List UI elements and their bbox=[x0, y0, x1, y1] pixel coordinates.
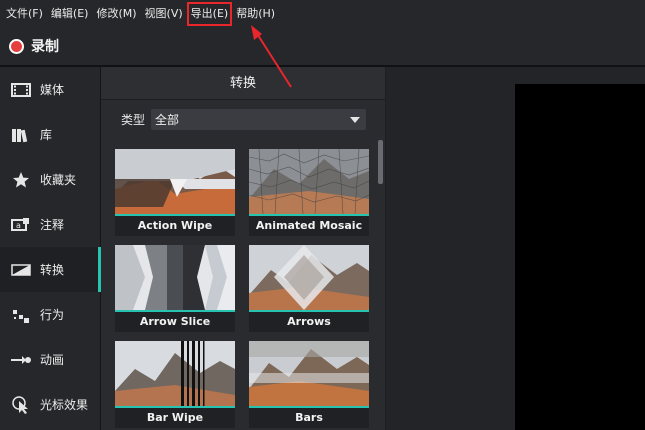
sidebar-item-label: 行为 bbox=[40, 308, 65, 322]
record-button[interactable]: 录制 bbox=[31, 36, 59, 56]
sidebar-item-library[interactable]: 库 bbox=[0, 112, 100, 157]
sidebar-item-favorites[interactable]: 收藏夹 bbox=[0, 157, 100, 202]
transition-label: Bars bbox=[295, 411, 323, 424]
sidebar-item-label: 光标效果 bbox=[40, 398, 89, 412]
type-filter-label: 类型 bbox=[121, 112, 146, 127]
menu-edit[interactable]: 编辑(E) bbox=[47, 0, 93, 27]
cursor-effect-icon bbox=[10, 394, 32, 416]
animation-icon bbox=[10, 349, 32, 371]
transition-card[interactable]: Arrows bbox=[249, 245, 369, 332]
type-select-value: 全部 bbox=[155, 112, 180, 127]
behavior-icon bbox=[10, 304, 32, 326]
transition-icon bbox=[10, 259, 32, 281]
sidebar-item-transitions[interactable]: 转换 bbox=[0, 247, 101, 292]
sidebar-item-media[interactable]: 媒体 bbox=[0, 67, 100, 112]
transition-label: Arrow Slice bbox=[139, 315, 211, 328]
transition-thumbnail bbox=[249, 149, 369, 214]
transition-card[interactable]: Animated Mosaic bbox=[249, 149, 369, 236]
transition-card[interactable]: Action Wipe bbox=[115, 149, 235, 236]
transition-thumbnail bbox=[115, 245, 235, 310]
record-icon[interactable] bbox=[9, 38, 24, 54]
menu-help[interactable]: 帮助(H) bbox=[232, 0, 279, 27]
library-icon bbox=[10, 124, 32, 146]
transition-card[interactable]: Bars bbox=[249, 341, 369, 428]
menu-bar: 文件(F) 编辑(E) 修改(M) 视图(V) 导出(E) 帮助(H) bbox=[0, 0, 645, 27]
transition-card[interactable]: Arrow Slice bbox=[115, 245, 235, 332]
transition-label: Animated Mosaic bbox=[255, 219, 363, 232]
menu-file[interactable]: 文件(F) bbox=[2, 0, 47, 27]
sidebar-item-annotations[interactable]: a 注释 bbox=[0, 202, 100, 247]
transition-label: Action Wipe bbox=[137, 219, 213, 232]
sidebar-item-label: 注释 bbox=[40, 218, 65, 232]
annotation-icon: a bbox=[10, 214, 32, 236]
menu-export[interactable]: 导出(E) bbox=[186, 1, 233, 26]
menu-view[interactable]: 视图(V) bbox=[141, 0, 187, 27]
menu-modify[interactable]: 修改(M) bbox=[92, 0, 140, 27]
transition-thumbnail bbox=[249, 245, 369, 310]
sidebar: 媒体 库 收藏夹 a 注释 转换 行为 动画 光标效果 bbox=[0, 67, 101, 430]
type-filter: 类型 全部 bbox=[101, 100, 385, 138]
film-icon bbox=[10, 79, 32, 101]
transition-thumbnail bbox=[249, 341, 369, 406]
sidebar-item-cursor-effects[interactable]: 光标效果 bbox=[0, 382, 100, 427]
record-bar: 录制 bbox=[0, 27, 645, 65]
transition-label: Arrows bbox=[287, 315, 331, 328]
transition-thumbnail bbox=[115, 149, 235, 214]
transition-card[interactable]: Bar Wipe bbox=[115, 341, 235, 428]
panel-scrollbar[interactable] bbox=[378, 140, 383, 430]
sidebar-item-behaviors[interactable]: 行为 bbox=[0, 292, 100, 337]
sidebar-item-label: 动画 bbox=[40, 353, 65, 367]
canvas-preview[interactable] bbox=[515, 84, 645, 430]
transitions-panel: 转换 类型 全部 Action Wipe Animated Mosaic Arr… bbox=[101, 67, 385, 430]
canvas-area bbox=[386, 67, 645, 430]
sidebar-item-animations[interactable]: 动画 bbox=[0, 337, 100, 382]
type-select[interactable]: 全部 bbox=[151, 108, 367, 130]
sidebar-item-label: 收藏夹 bbox=[40, 173, 77, 187]
sidebar-item-label: 转换 bbox=[40, 263, 65, 277]
transition-label: Bar Wipe bbox=[146, 411, 204, 424]
chevron-down-icon bbox=[350, 116, 361, 123]
star-icon bbox=[10, 169, 32, 191]
sidebar-item-label: 库 bbox=[40, 128, 53, 142]
transition-thumbnail bbox=[115, 341, 235, 406]
sidebar-item-label: 媒体 bbox=[40, 83, 65, 97]
svg-text:a: a bbox=[16, 221, 21, 230]
scrollbar-thumb[interactable] bbox=[378, 140, 383, 184]
panel-title: 转换 bbox=[101, 67, 385, 100]
